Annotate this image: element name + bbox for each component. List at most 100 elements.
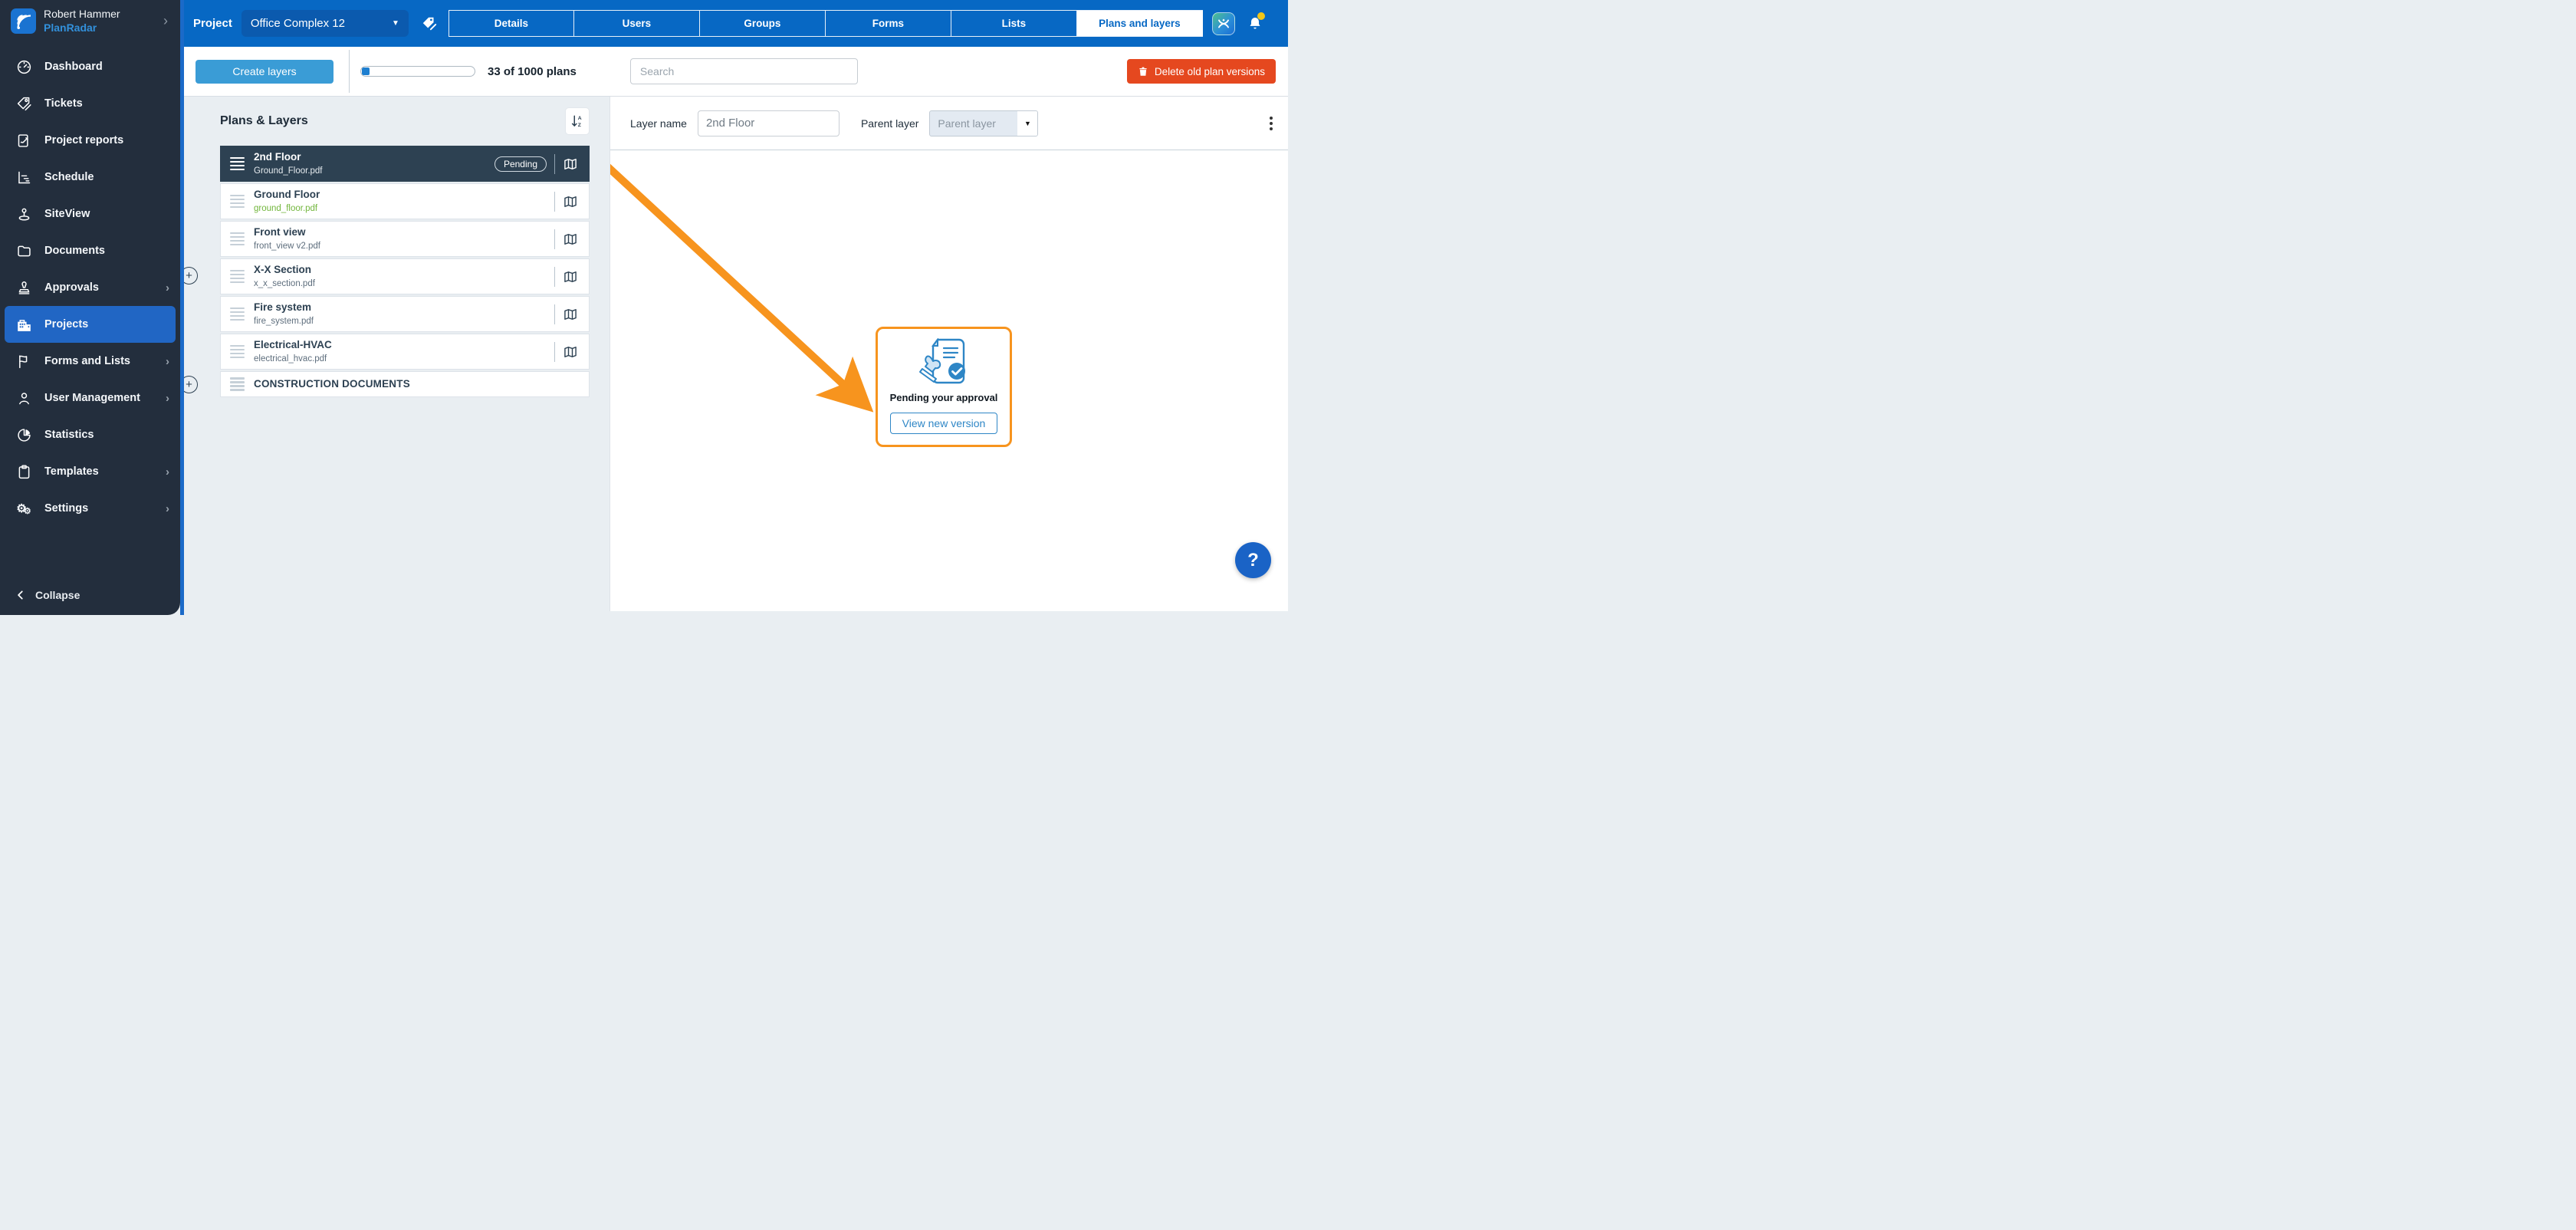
sidebar-item-label: Documents — [44, 245, 169, 257]
marketplace-icon[interactable] — [1212, 12, 1235, 35]
project-select-value: Office Complex 12 — [251, 17, 392, 30]
parent-layer-label: Parent layer — [861, 117, 918, 130]
sidebar-item-label: Forms and Lists — [44, 355, 153, 367]
map-icon[interactable] — [563, 232, 581, 247]
progress-fill — [362, 67, 370, 75]
collapse-sidebar-button[interactable]: Collapse — [0, 575, 180, 615]
sidebar-item-forms-and-lists[interactable]: Forms and Lists › — [0, 343, 180, 380]
pending-approval-title: Pending your approval — [890, 392, 998, 403]
drag-handle-icon[interactable] — [230, 345, 245, 359]
chevron-down-icon: ▼ — [1017, 111, 1037, 136]
chevron-right-icon: › — [166, 392, 169, 405]
plan-row-front-view[interactable]: Front view front_view v2.pdf — [220, 221, 590, 257]
brand-name: PlanRadar — [44, 21, 156, 35]
app-window: Robert Hammer PlanRadar › Dashboard Tick… — [0, 0, 1288, 615]
sidebar-item-label: Schedule — [44, 171, 169, 183]
svg-text:Z: Z — [578, 123, 581, 128]
stamp-icon — [15, 279, 32, 296]
help-button[interactable]: ? — [1235, 542, 1271, 578]
sidebar-item-project-reports[interactable]: Project reports — [0, 122, 180, 159]
clipboard-icon — [15, 463, 32, 480]
map-icon[interactable] — [563, 156, 581, 172]
tab-lists[interactable]: Lists — [951, 11, 1077, 36]
sidebar-item-label: User Management — [44, 392, 153, 404]
plan-row-x-x-section[interactable]: X-X Section x_x_section.pdf — [220, 258, 590, 294]
sidebar-item-tickets[interactable]: Tickets — [0, 85, 180, 122]
plan-filename: front_view v2.pdf — [254, 242, 554, 252]
plan-title: 2nd Floor — [254, 151, 495, 163]
sort-az-icon[interactable]: AZ — [565, 107, 590, 135]
sidebar-item-label: Templates — [44, 465, 153, 478]
drag-handle-icon[interactable] — [230, 195, 245, 209]
drag-handle-icon[interactable] — [230, 308, 245, 321]
search-input[interactable] — [630, 58, 858, 84]
layer-details-panel: Layer name Parent layer Parent layer ▼ — [610, 97, 1288, 611]
folder-icon — [15, 242, 32, 259]
plan-row-fire-system[interactable]: Fire system fire_system.pdf — [220, 296, 590, 332]
plan-title: X-X Section — [254, 264, 554, 276]
sidebar-item-dashboard[interactable]: Dashboard — [0, 48, 180, 85]
plans-layers-panel: Plans & Layers AZ + + 2nd Floor Ground_F… — [180, 97, 610, 615]
project-tabs: Details Users Groups Forms Lists Plans a… — [449, 10, 1203, 37]
drag-handle-icon[interactable] — [230, 232, 245, 246]
plan-filename: electrical_hvac.pdf — [254, 354, 554, 365]
user-menu[interactable]: Robert Hammer PlanRadar › — [0, 0, 180, 41]
map-icon[interactable] — [563, 307, 581, 322]
sidebar-nav: Dashboard Tickets Project reports Schedu… — [0, 41, 180, 575]
tab-users[interactable]: Users — [574, 11, 700, 36]
parent-layer-select[interactable]: Parent layer ▼ — [929, 110, 1038, 136]
chevron-right-icon: › — [166, 465, 169, 479]
tab-forms[interactable]: Forms — [826, 11, 951, 36]
tab-plans-and-layers[interactable]: Plans and layers — [1077, 11, 1203, 36]
layer-details-header: Layer name Parent layer Parent layer ▼ — [610, 97, 1288, 150]
sidebar-item-label: Tickets — [44, 97, 169, 110]
tab-details[interactable]: Details — [449, 11, 574, 36]
project-select[interactable]: Office Complex 12 ▼ — [242, 10, 409, 37]
plan-title: Fire system — [254, 301, 554, 314]
sidebar-item-settings[interactable]: ⚙⚙ Settings › — [0, 490, 180, 527]
sidebar-item-documents[interactable]: Documents — [0, 232, 180, 269]
report-pencil-icon — [15, 132, 32, 149]
chevron-right-icon: › — [166, 281, 169, 294]
toolbar-divider — [349, 50, 350, 93]
drag-handle-icon[interactable] — [230, 270, 245, 284]
plan-row-2nd-floor[interactable]: 2nd Floor Ground_Floor.pdf Pending — [220, 146, 590, 182]
sidebar-item-siteview[interactable]: SiteView — [0, 196, 180, 232]
tab-groups[interactable]: Groups — [700, 11, 826, 36]
sidebar-item-templates[interactable]: Templates › — [0, 453, 180, 490]
notifications-bell-icon[interactable] — [1247, 15, 1263, 31]
plan-group-construction-documents[interactable]: CONSTRUCTION DOCUMENTS — [220, 371, 590, 397]
plan-filename: Ground_Floor.pdf — [254, 166, 495, 177]
sidebar-item-user-management[interactable]: User Management › — [0, 380, 180, 416]
drag-handle-icon[interactable] — [230, 377, 245, 391]
plans-usage-progressbar — [360, 66, 475, 77]
plan-row-ground-floor[interactable]: Ground Floor ground_floor.pdf — [220, 183, 590, 219]
plan-title: Electrical-HVAC — [254, 339, 554, 351]
person-icon — [15, 390, 32, 406]
map-icon[interactable] — [563, 194, 581, 209]
layer-details-body: Pending your approval View new version — [610, 150, 1288, 611]
drag-handle-icon[interactable] — [230, 157, 245, 171]
pie-chart-icon — [15, 426, 32, 443]
sidebar-item-label: Projects — [44, 318, 169, 331]
ticket-tag-icon — [15, 95, 32, 112]
sidebar-item-statistics[interactable]: Statistics — [0, 416, 180, 453]
sidebar-item-schedule[interactable]: Schedule — [0, 159, 180, 196]
plan-row-electrical-hvac[interactable]: Electrical-HVAC electrical_hvac.pdf — [220, 334, 590, 370]
delete-old-plan-versions-button[interactable]: Delete old plan versions — [1127, 59, 1276, 84]
map-icon[interactable] — [563, 344, 581, 360]
plan-rows: + + 2nd Floor Ground_Floor.pdf Pending — [200, 146, 590, 397]
plans-toolbar: Create layers 33 of 1000 plans Delete ol… — [180, 47, 1288, 97]
more-options-kebab-icon[interactable] — [1270, 117, 1273, 130]
project-tags-icon[interactable] — [421, 15, 438, 32]
layer-name-input[interactable] — [698, 110, 840, 136]
building-icon — [15, 316, 32, 333]
create-layers-button[interactable]: Create layers — [196, 60, 334, 84]
plan-title: Front view — [254, 226, 554, 238]
sidebar-item-approvals[interactable]: Approvals › — [0, 269, 180, 306]
sidebar-item-projects[interactable]: Projects — [5, 306, 176, 343]
map-icon[interactable] — [563, 269, 581, 284]
plans-count-label: 33 of 1000 plans — [488, 65, 577, 78]
view-new-version-button[interactable]: View new version — [890, 413, 997, 434]
plans-layers-title: Plans & Layers — [200, 114, 308, 128]
